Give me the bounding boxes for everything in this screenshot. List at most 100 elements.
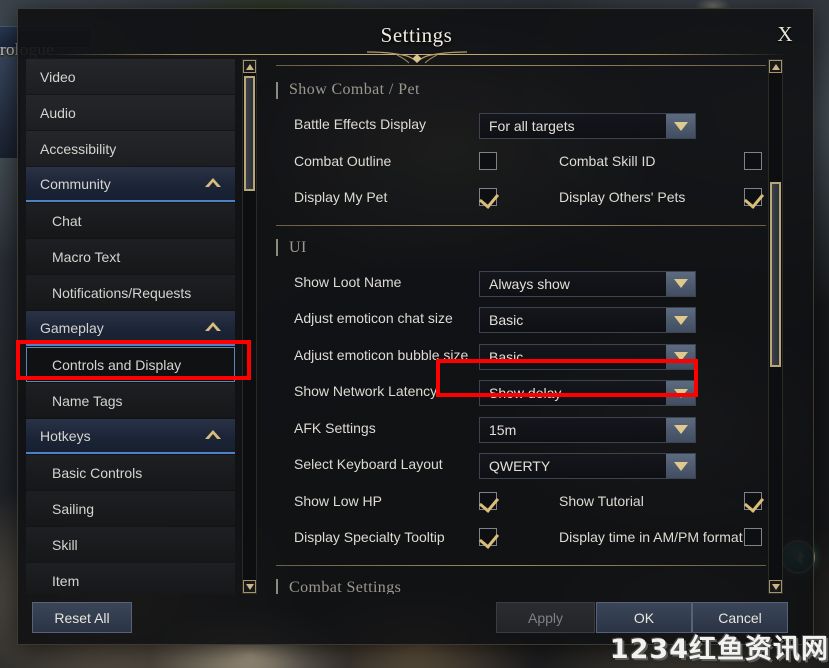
sidebar-item-gameplay[interactable]: Gameplay [26,311,235,346]
content-scrollbar-thumb[interactable] [770,182,781,367]
sidebar-item-label: Chat [52,212,82,229]
dropdown-value: For all targets [489,118,575,134]
checkbox-show-low-hp[interactable] [479,491,497,510]
dropdown-value: Basic [489,348,524,365]
sidebar-item-macro-text[interactable]: Macro Text [26,239,235,274]
dropdown-show-loot-name[interactable]: Always show [479,270,696,297]
checkbox-display-time-in-am-pm-format[interactable] [744,528,762,546]
setting-label: Battle Effects Display [294,116,427,132]
dropdown-value: 15m [489,421,517,438]
setting-label-secondary: Display time in AM/PM format [559,529,743,545]
sidebar-item-video[interactable]: Video [26,59,235,94]
settings-row: Show Network Latency Show delay [276,380,766,406]
section-header-label: UI [289,238,307,256]
chevron-down-icon[interactable] [666,381,695,405]
chevron-down-icon[interactable] [666,308,695,332]
chevron-up-icon[interactable] [205,178,221,188]
settings-dialog: Settings X Video Audio Accessibility Commun… [17,8,814,645]
dropdown-select-keyboard-layout[interactable]: QWERTY [479,453,696,479]
sidebar-item-notifications-requests[interactable]: Notifications/Requests [26,275,235,310]
sidebar-item-name-tags[interactable]: Name Tags [26,383,235,418]
settings-row: Show Loot Name Always show [276,270,766,297]
sidebar-item-controls-and-display[interactable]: Controls and Display [26,347,235,382]
setting-label: Show Network Latency [294,383,438,399]
checkbox-display-others-pets[interactable] [744,188,762,206]
section-header-label: Show Combat / Pet [289,81,420,98]
sidebar-item-hotkeys[interactable]: Hotkeys [26,419,235,454]
dropdown-adjust-emoticon-bubble-size[interactable]: Basic [479,343,696,370]
sidebar-item-community[interactable]: Community [26,167,235,202]
setting-label: Adjust emoticon chat size [294,310,453,326]
sidebar-item-accessibility[interactable]: Accessibility [26,131,235,166]
section-header: UI [276,239,307,257]
setting-label-secondary: Show Tutorial [559,492,644,509]
sidebar-item-basic-controls[interactable]: Basic Controls [26,455,235,490]
sidebar-item-label: Community [40,175,111,192]
setting-label: Show Low HP [294,492,382,509]
settings-row: Combat Outline Combat Skill ID [276,150,766,176]
sidebar-item-label: Video [40,68,76,85]
chevron-up-icon[interactable] [205,430,221,440]
dropdown-afk-settings[interactable]: 15m [479,416,696,443]
sidebar-scrollbar-thumb[interactable] [244,76,255,191]
sidebar-item-audio[interactable]: Audio [26,95,235,130]
chevron-down-icon[interactable] [666,344,695,369]
sidebar-item-item[interactable]: Item [26,563,235,594]
checkbox-combat-outline[interactable] [479,151,497,170]
setting-label: AFK Settings [294,419,376,436]
chevron-down-icon[interactable] [666,114,695,138]
dropdown-adjust-emoticon-chat-size[interactable]: Basic [479,307,696,333]
checkbox-display-my-pet[interactable] [479,188,497,206]
chevron-down-icon[interactable] [666,417,695,442]
sidebar-item-chat[interactable]: Chat [26,203,235,238]
settings-content: Show Combat / Pet Battle Effects Display F… [276,59,768,594]
setting-label: Combat Outline [294,152,392,169]
settings-row: Display My Pet Display Others' Pets [276,186,766,212]
settings-row: Select Keyboard Layout QWERTY [276,453,766,479]
dropdown-value: QWERTY [489,458,551,474]
settings-row: Adjust emoticon bubble size Basic [276,343,766,370]
settings-sidebar[interactable]: Video Audio Accessibility Community Chat Macr… [26,59,241,594]
close-icon[interactable]: X [771,21,799,47]
reset-all-button[interactable]: Reset All [32,602,132,633]
dropdown-value: Always show [489,275,570,292]
sidebar-item-label: Gameplay [40,319,104,336]
content-scroll-up-icon[interactable] [769,60,782,73]
apply-button[interactable]: Apply [496,602,595,633]
settings-row: Battle Effects Display For all targets [276,113,766,139]
sidebar-item-sailing[interactable]: Sailing [26,491,235,526]
dropdown-value: Show delay [489,385,562,401]
sidebar-scroll-up-icon[interactable] [243,60,256,73]
sidebar-item-label: Macro Text [52,248,121,265]
setting-label-secondary: Combat Skill ID [559,152,656,169]
sidebar-item-label: Notifications/Requests [52,284,192,301]
setting-label: Select Keyboard Layout [294,456,443,472]
sidebar-item-label: Item [52,572,80,589]
sidebar-item-label: Name Tags [52,392,123,409]
content-top-divider [276,65,766,66]
setting-label: Show Loot Name [294,273,402,290]
sidebar-item-label: Accessibility [40,140,117,157]
section-header: Show Combat / Pet [276,81,420,99]
section-divider [276,564,766,566]
dialog-titlebar: Settings X [18,9,815,64]
section-divider [276,224,766,226]
setting-label-secondary: Display Others' Pets [559,189,686,205]
chevron-up-icon[interactable] [205,322,221,332]
chevron-down-icon[interactable] [666,271,695,296]
content-scrollbar[interactable] [768,59,783,594]
sidebar-item-label: Skill [52,536,78,553]
checkbox-combat-skill-id[interactable] [744,151,762,170]
checkbox-show-tutorial[interactable] [744,491,762,510]
checkbox-display-specialty-tooltip[interactable] [479,528,497,546]
chevron-down-icon[interactable] [666,454,695,478]
dropdown-battle-effects-display[interactable]: For all targets [479,113,696,139]
watermark: 1234红鱼资讯网 [609,634,829,665]
sidebar-item-skill[interactable]: Skill [26,527,235,562]
sidebar-scrollbar[interactable] [242,59,257,594]
sidebar-item-label: Audio [40,104,76,121]
setting-label: Display Specialty Tooltip [294,529,445,545]
settings-row: Display Specialty Tooltip Display time in… [276,526,766,552]
dropdown-show-network-latency[interactable]: Show delay [479,380,696,406]
page-title: Settings [380,23,453,47]
